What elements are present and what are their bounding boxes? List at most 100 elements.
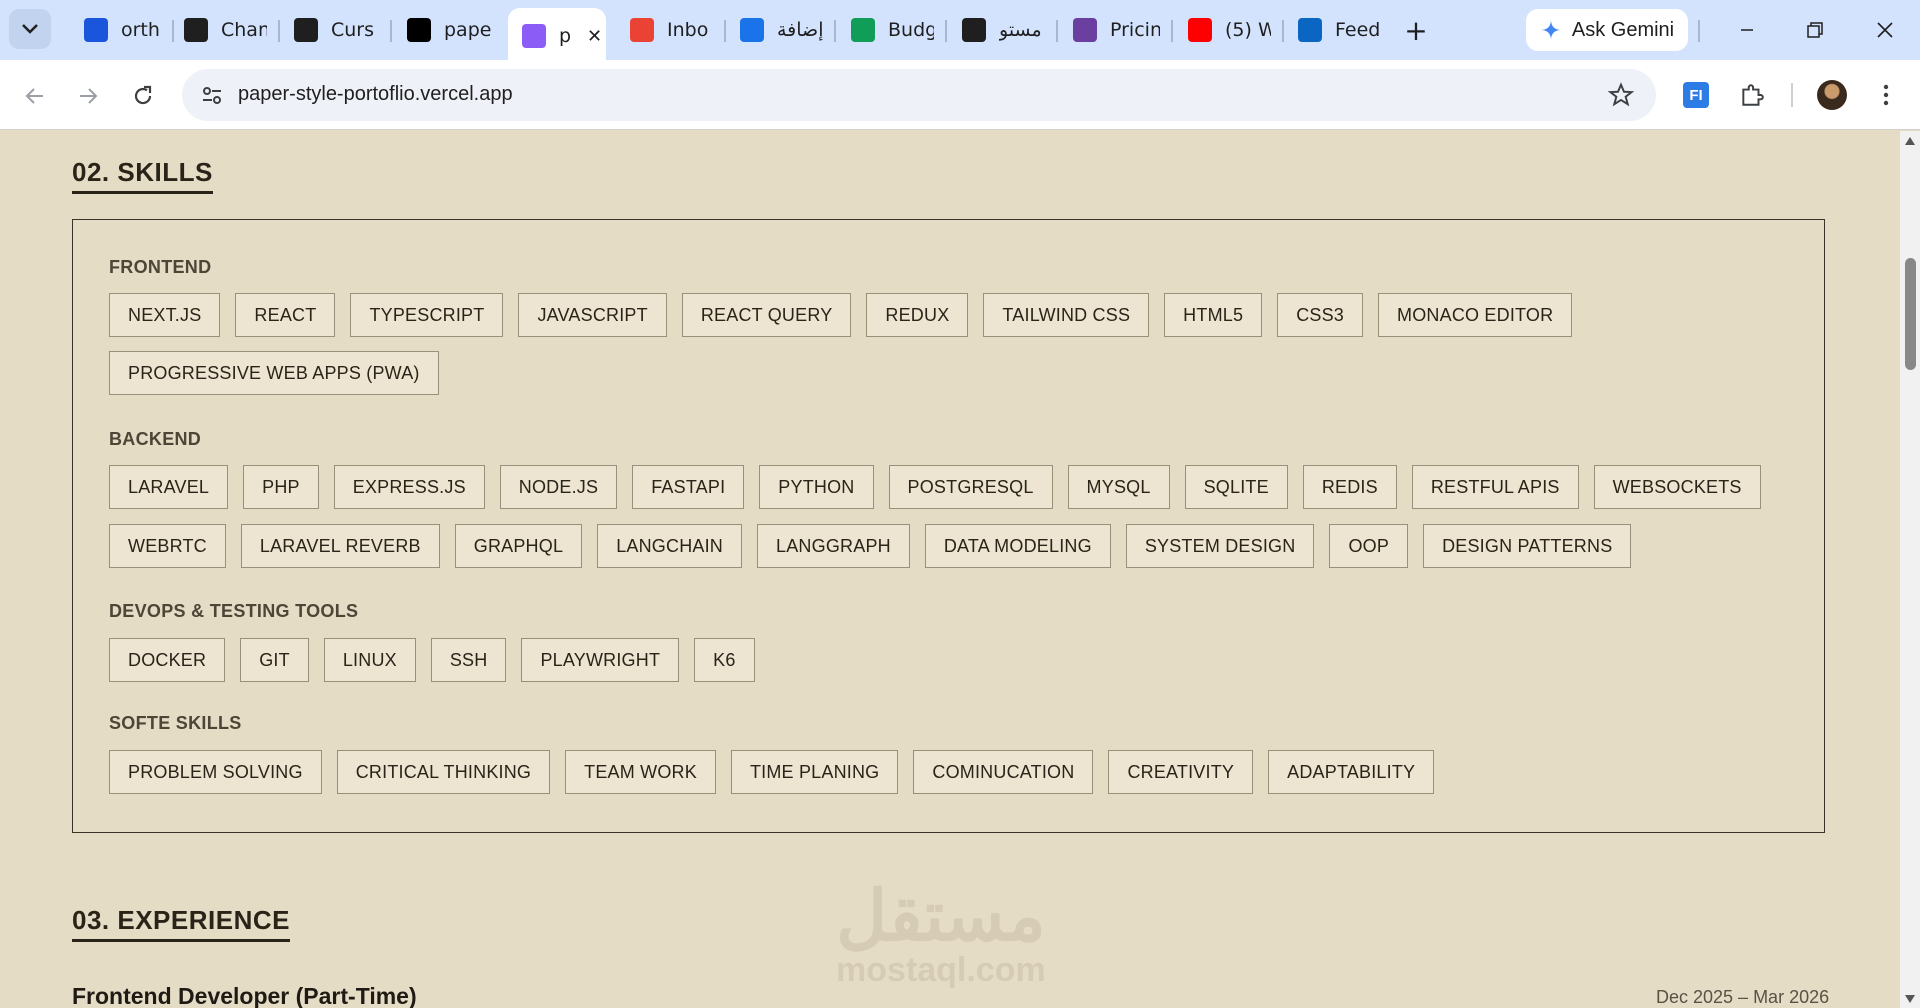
skill-chip: GRAPHQL — [454, 524, 583, 568]
menu-button[interactable] — [1866, 75, 1906, 115]
minimize-button[interactable] — [1722, 10, 1772, 50]
skill-row: PROGRESSIVE WEB APPS (PWA) — [109, 351, 439, 395]
extension-fi-icon: FI — [1683, 82, 1709, 108]
back-button[interactable] — [15, 76, 55, 116]
skill-chip: LARAVEL REVERB — [240, 524, 440, 568]
tab-9[interactable]: Pricin — [1059, 12, 1165, 48]
skill-chip: OOP — [1329, 524, 1409, 568]
skill-chip: REDIS — [1302, 465, 1397, 509]
circle-icon — [740, 18, 764, 42]
tab-label: إضافة — [777, 19, 823, 41]
skill-category-title: SOFTE SKILLS — [109, 713, 242, 733]
pricing-icon — [1073, 18, 1097, 42]
skill-chip: HTML5 — [1164, 293, 1263, 337]
skill-chip: ADAPTABILITY — [1268, 750, 1435, 794]
openai-icon — [962, 18, 986, 42]
tab-2[interactable]: Curs — [280, 12, 384, 48]
close-window-button[interactable] — [1860, 10, 1910, 50]
skill-row: LARAVEL PHP EXPRESS.JS NODE.JS FASTAPI PYTHON… — [109, 465, 1761, 509]
scroll-down-arrow-icon[interactable] — [1905, 995, 1915, 1003]
skills-heading: 02. SKILLS — [72, 157, 213, 194]
skill-chip: WEBRTC — [109, 524, 226, 568]
tab-4[interactable]: p ✕ — [508, 8, 606, 60]
skill-chip: REACT — [235, 293, 336, 337]
extension-fi-button[interactable]: FI — [1676, 75, 1716, 115]
new-tab-button[interactable]: + — [1400, 14, 1432, 47]
tab-1[interactable]: Chan — [170, 12, 272, 48]
skill-chip: LANGGRAPH — [757, 524, 910, 568]
skill-chip: LINUX — [323, 638, 416, 682]
skill-chip: MONACO EDITOR — [1378, 293, 1573, 337]
puzzle-icon — [1742, 84, 1764, 106]
skill-chip: TYPESCRIPT — [350, 293, 504, 337]
scrollbar[interactable] — [1900, 131, 1920, 1008]
skill-chip: WEBSOCKETS — [1593, 465, 1761, 509]
tab-6[interactable]: إضافة — [726, 12, 828, 48]
reload-button[interactable] — [123, 76, 163, 116]
address-bar[interactable]: paper-style-portoflio.vercel.app — [182, 69, 1656, 121]
skill-row: NEXT.JS REACT TYPESCRIPT JAVASCRIPT REACT QU… — [109, 293, 1573, 337]
tab-search-button[interactable] — [9, 9, 51, 49]
bolt-icon — [522, 24, 546, 48]
tab-label: Feed — [1335, 19, 1381, 41]
extensions-button[interactable] — [1732, 75, 1772, 115]
tab-label: (5) W — [1225, 19, 1271, 41]
youtube-icon — [1188, 18, 1212, 42]
skill-chip: CREATIVITY — [1108, 750, 1254, 794]
skill-chip: DOCKER — [109, 638, 226, 682]
page-content: 02. SKILLS FRONTEND NEXT.JS REACT TYPESCRIP… — [0, 131, 1900, 1008]
tab-0[interactable]: ortho — [70, 12, 166, 48]
experience-heading: 03. EXPERIENCE — [72, 905, 290, 942]
skill-chip: REACT QUERY — [681, 293, 852, 337]
skill-chip: CSS3 — [1277, 293, 1364, 337]
arrow-right-icon — [80, 88, 98, 104]
linkedin-icon — [1298, 18, 1322, 42]
chevron-down-icon — [22, 24, 38, 34]
tab-8[interactable]: مستو — [948, 12, 1050, 48]
skill-chip: PLAYWRIGHT — [521, 638, 680, 682]
scroll-up-arrow-icon[interactable] — [1905, 137, 1915, 145]
blue-b-icon — [84, 18, 108, 42]
skill-chip: RESTFUL APIS — [1411, 465, 1579, 509]
mostaql-watermark: مستقل mostaql.com — [836, 881, 1046, 990]
close-tab-icon[interactable]: ✕ — [587, 26, 602, 47]
ask-gemini-button[interactable]: Ask Gemini — [1526, 9, 1688, 51]
profile-button[interactable] — [1812, 75, 1852, 115]
skill-chip: JAVASCRIPT — [518, 293, 667, 337]
tab-label: Inbo — [667, 19, 709, 41]
tab-3[interactable]: pape — [393, 12, 501, 48]
skill-chip: TEAM WORK — [565, 750, 716, 794]
skill-chip: LARAVEL — [109, 465, 229, 509]
tab-10[interactable]: (5) W — [1174, 12, 1276, 48]
skill-chip: FASTAPI — [632, 465, 745, 509]
github-icon — [184, 18, 208, 42]
tab-5[interactable]: Inbo — [616, 12, 718, 48]
skill-chip: SSH — [430, 638, 507, 682]
gmail-icon — [630, 18, 654, 42]
url-text: paper-style-portoflio.vercel.app — [238, 83, 513, 105]
skill-chip: LANGCHAIN — [597, 524, 743, 568]
forward-button[interactable] — [68, 76, 108, 116]
tab-label: مستو — [999, 19, 1042, 41]
skill-chip: DESIGN PATTERNS — [1423, 524, 1632, 568]
restore-button[interactable] — [1790, 10, 1840, 50]
job-date: Dec 2025 – Mar 2026 — [1656, 987, 1830, 1007]
tab-11[interactable]: Feed — [1284, 12, 1392, 48]
tab-strip: ortho Chan Curs pape p✕ Inbo إضافة Budg مستو Pric… — [0, 0, 1920, 60]
tab-7[interactable]: Budg — [837, 12, 939, 48]
site-settings-icon[interactable] — [200, 83, 224, 107]
tab-label: ortho — [121, 19, 161, 41]
skill-chip: SQLITE — [1184, 465, 1288, 509]
skill-chip: PROBLEM SOLVING — [109, 750, 322, 794]
skill-chip: COMINUCATION — [913, 750, 1094, 794]
tab-label: Pricin — [1110, 19, 1160, 41]
skill-chip: MYSQL — [1067, 465, 1170, 509]
restore-icon — [1807, 22, 1823, 38]
tab-label: pape — [444, 19, 492, 41]
cursor-icon — [294, 18, 318, 42]
skill-row: PROBLEM SOLVING CRITICAL THINKING TEAM WOR… — [109, 750, 1435, 794]
scrollbar-thumb[interactable] — [1905, 258, 1916, 370]
bookmark-star-icon[interactable] — [1608, 82, 1634, 108]
tab-label: Curs — [331, 19, 375, 41]
ask-gemini-label: Ask Gemini — [1571, 18, 1675, 41]
